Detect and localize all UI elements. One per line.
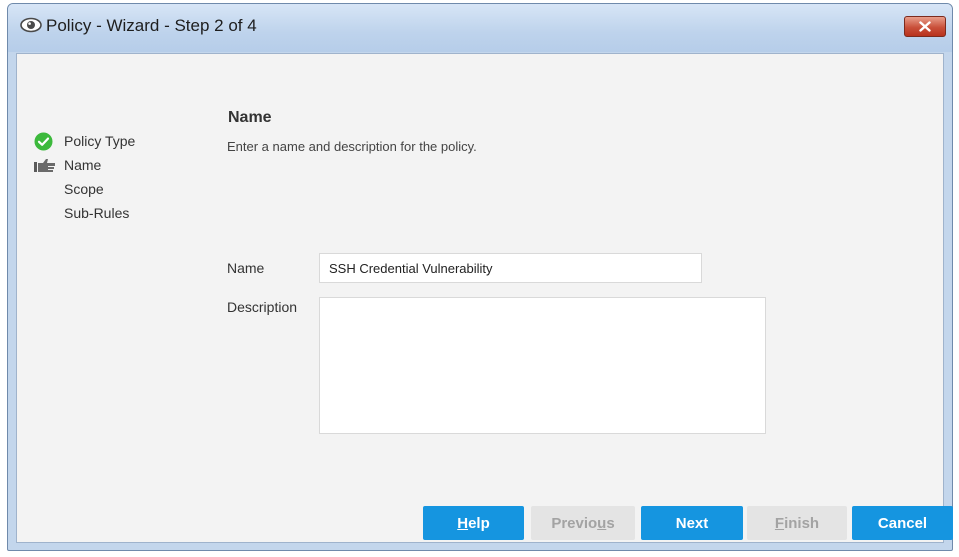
description-label: Description <box>227 299 298 315</box>
close-icon <box>919 21 931 32</box>
window-title: Policy - Wizard - Step 2 of 4 <box>46 16 257 35</box>
step-label: Scope <box>64 181 104 197</box>
description-textarea[interactable] <box>319 297 766 434</box>
step-label: Sub-Rules <box>64 205 130 221</box>
policy-wizard-window: Policy - Wizard - Step 2 of 4 Policy Typ… <box>7 3 953 551</box>
next-button[interactable]: Next <box>641 506 743 540</box>
name-input[interactable] <box>319 253 702 283</box>
section-title: Name <box>228 109 272 126</box>
pointing-hand-icon <box>34 155 64 175</box>
help-button[interactable]: Help <box>423 506 524 540</box>
name-label: Name <box>227 260 265 276</box>
cancel-button[interactable]: Cancel <box>852 506 953 540</box>
step-policy-type: Policy Type <box>34 130 135 152</box>
eye-app-icon <box>20 17 42 33</box>
finish-button[interactable]: Finish <box>747 506 847 540</box>
step-sub-rules: Sub-Rules <box>34 202 129 224</box>
wizard-steps: Policy Type Name Scope Sub-Rules <box>17 54 217 542</box>
close-button[interactable] <box>904 16 946 37</box>
step-scope: Scope <box>34 178 104 200</box>
wizard-content: Policy Type Name Scope Sub-Rules Name En… <box>16 53 953 543</box>
title-bar[interactable]: Policy - Wizard - Step 2 of 4 <box>8 4 952 52</box>
check-circle-icon <box>34 131 64 151</box>
previous-button[interactable]: Previo u s <box>531 506 635 540</box>
step-label: Policy Type <box>64 133 136 149</box>
step-name: Name <box>34 154 101 176</box>
section-description: Enter a name and description for the pol… <box>227 139 477 154</box>
step-label: Name <box>64 157 102 173</box>
